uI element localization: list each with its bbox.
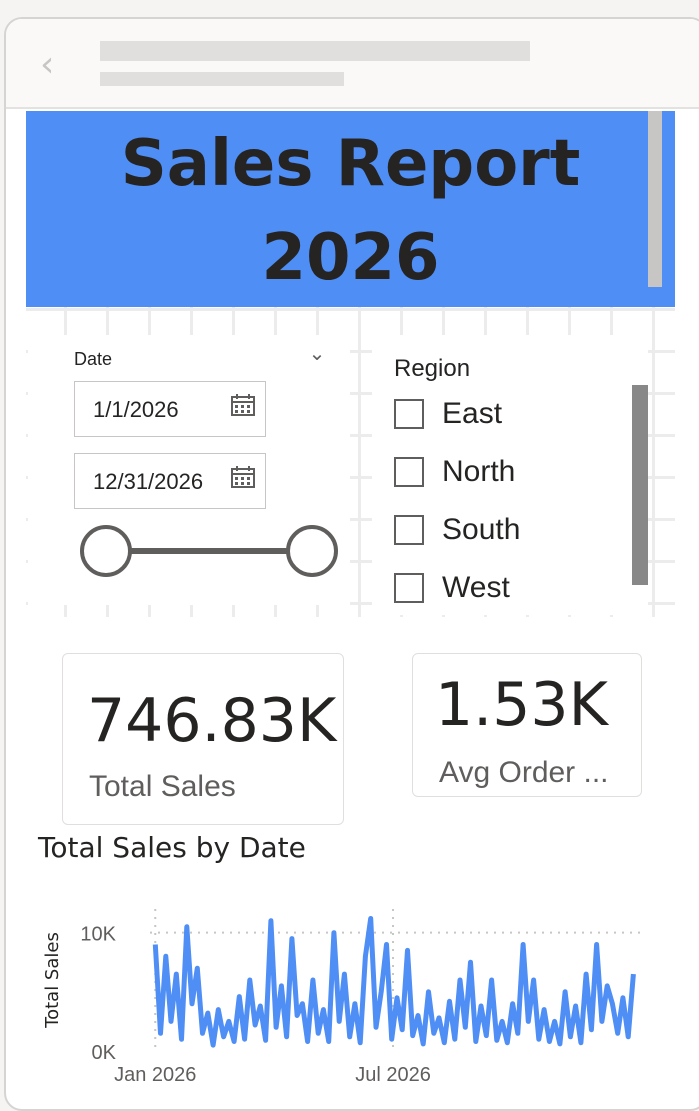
card-value: 1.53K [435,670,608,740]
total-sales-card: 746.83K Total Sales [62,653,344,825]
card-value: 746.83K [87,686,337,756]
y-axis-label: Total Sales [42,932,63,1029]
date-slicer: Date ⌄ 1/1/2026 12/31/2026 [28,335,350,605]
title-placeholder [100,41,530,61]
title-banner: Sales Report 2026 [26,111,675,307]
region-label: South [442,513,521,546]
page-title: Sales Report 2026 [120,127,581,295]
avg-order-card: 1.53K Avg Order ... [412,653,642,797]
slider-track [104,548,316,554]
date-range-slider[interactable] [80,525,342,577]
checkbox[interactable] [394,573,424,603]
y-tick-label: 0K [92,1042,117,1064]
y-tick-label: 10K [80,924,116,946]
region-scrollbar[interactable] [632,385,648,585]
region-label: East [442,397,503,430]
region-label: North [442,455,516,488]
x-tick-label: Jul 2026 [355,1064,431,1086]
sales-line-chart: 0K 10K Jan 2026 Jul 2026 Total Sales [42,909,640,1086]
chart-title: Total Sales by Date [38,831,306,864]
start-date-field[interactable]: 1/1/2026 [74,381,266,437]
report-window: ‹ Sales Report 2026 Date ⌄ 1/1/2026 12/3… [4,17,699,1111]
checkbox[interactable] [394,457,424,487]
checkbox[interactable] [394,399,424,429]
end-date-field[interactable]: 12/31/2026 [74,453,266,509]
chevron-left-icon[interactable]: ‹ [40,45,70,85]
start-date-value: 1/1/2026 [93,397,179,422]
banner-scrollbar[interactable] [648,111,662,287]
checkbox[interactable] [394,515,424,545]
region-label: West [442,571,510,604]
region-slicer: Region East North South West [372,335,648,615]
date-slicer-title: Date [74,349,113,369]
calendar-icon[interactable] [231,466,255,488]
slider-end-handle[interactable] [286,525,338,577]
x-tick-label: Jan 2026 [114,1064,196,1086]
report-canvas: Sales Report 2026 Date ⌄ 1/1/2026 12/31/… [6,109,699,1109]
calendar-icon[interactable] [231,394,255,416]
card-label: Avg Order ... [439,756,609,789]
end-date-value: 12/31/2026 [93,469,204,494]
subtitle-placeholder [100,72,344,86]
header-bar: ‹ [6,19,699,109]
sales-series-line [152,916,636,1048]
chevron-down-icon[interactable]: ⌄ [304,341,330,367]
card-label: Total Sales [89,770,236,803]
region-slicer-title: Region [394,355,471,382]
slider-start-handle[interactable] [80,525,132,577]
